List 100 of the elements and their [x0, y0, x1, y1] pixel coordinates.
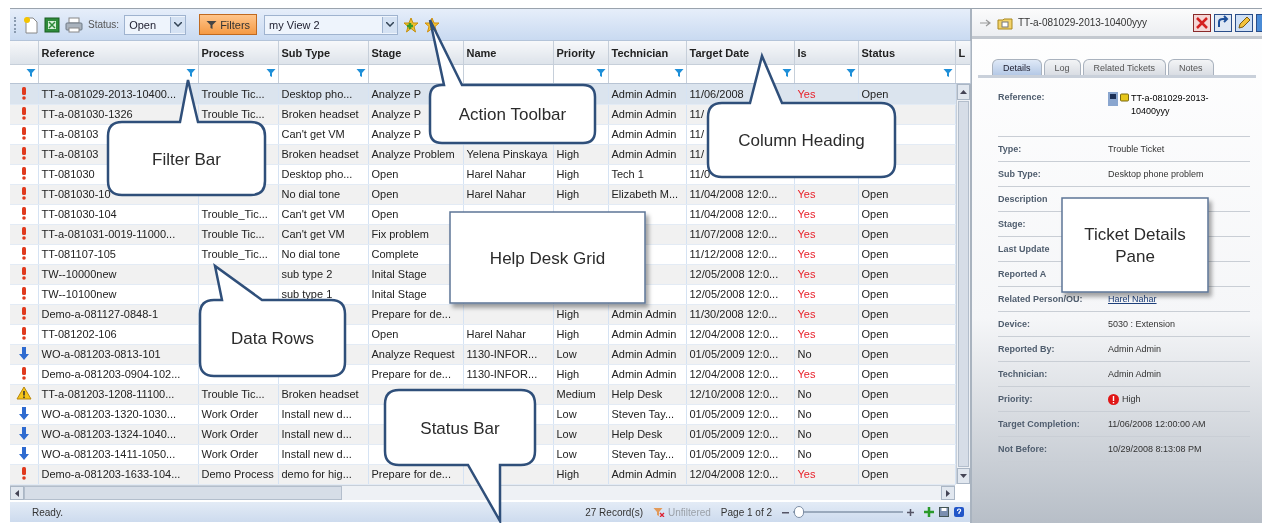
- alert-icon: [1108, 393, 1119, 405]
- left-arrow-icon[interactable]: [15, 489, 19, 497]
- filter-state: Unfiltered: [668, 506, 711, 518]
- scrollbar-thumb[interactable]: [24, 486, 342, 500]
- table-cell: Yes: [794, 244, 858, 264]
- tab[interactable]: Related Tickets: [1082, 59, 1167, 75]
- filter-icon[interactable]: [25, 68, 36, 78]
- table-cell: Trouble_Tic...: [198, 244, 278, 264]
- table-cell: Admin Admin: [608, 104, 686, 124]
- table-cell: Open: [858, 184, 955, 204]
- table-cell: Harel Nahar: [463, 184, 553, 204]
- table-cell: Open: [858, 264, 955, 284]
- field-label: Sub Type:: [998, 169, 1042, 179]
- help-icon[interactable]: [954, 507, 964, 517]
- table-cell: Yes: [794, 184, 858, 204]
- callout-label: Help Desk Grid: [489, 248, 606, 268]
- filter-icon[interactable]: [781, 68, 792, 78]
- table-cell: TT-a-081031-0019-11000...: [38, 224, 198, 244]
- table-cell: Broken headset: [278, 104, 368, 124]
- exclamation-icon: [20, 166, 27, 180]
- person-link[interactable]: Harel Nahar: [1108, 294, 1157, 304]
- table-cell: Admin Admin: [608, 124, 686, 144]
- field-value: 5030 : Extension: [1108, 319, 1176, 329]
- table-cell: Steven Tay...: [608, 404, 686, 424]
- plus-icon[interactable]: [907, 508, 914, 516]
- up-arrow-icon[interactable]: [959, 90, 967, 94]
- arrow-icon[interactable]: [980, 18, 992, 27]
- table-cell: WO-a-081203-1324-1040...: [38, 424, 198, 444]
- tab[interactable]: Notes: [1168, 59, 1214, 75]
- add-star-icon[interactable]: [403, 16, 420, 33]
- field-label: Target Completion:: [998, 419, 1081, 429]
- exclamation-icon: [20, 306, 27, 320]
- table-cell: Open: [858, 244, 955, 264]
- table-cell: TW--10000new: [38, 264, 198, 284]
- column-header[interactable]: Is: [797, 46, 807, 59]
- table-cell: Steven Tay...: [608, 444, 686, 464]
- field-label: Stage:: [998, 219, 1027, 229]
- status-message: Ready.: [32, 506, 63, 518]
- tab[interactable]: Log: [1043, 59, 1081, 75]
- table-cell: Yes: [794, 284, 858, 304]
- table-cell: No: [794, 404, 858, 424]
- exclamation-icon: [20, 206, 27, 220]
- filter-icon[interactable]: [942, 68, 953, 78]
- table-cell: Open: [858, 304, 955, 324]
- table-cell: Yes: [794, 464, 858, 484]
- edit-icon[interactable]: [1235, 13, 1253, 32]
- table-cell: TW--10100new: [38, 284, 198, 304]
- table-cell: Work Order: [198, 404, 278, 424]
- table-cell: Open: [368, 164, 463, 184]
- table-cell: Can't get VM: [278, 204, 368, 224]
- table-cell: demo for hig...: [278, 464, 368, 484]
- table-cell: sub type 2: [278, 264, 368, 284]
- table-cell: Demo-a-081127-0848-1: [38, 304, 198, 324]
- spreadsheet-icon[interactable]: [44, 16, 60, 33]
- table-cell: 12/05/2008 12:0...: [686, 264, 794, 284]
- filter-icon[interactable]: [845, 68, 856, 78]
- add-icon[interactable]: [924, 507, 934, 517]
- printer-icon[interactable]: [65, 16, 83, 33]
- table-cell: Open: [368, 184, 463, 204]
- table-cell: Trouble Tic...: [198, 384, 278, 404]
- field-label: Technician:: [998, 369, 1049, 379]
- table-cell: No: [794, 424, 858, 444]
- table-cell: Open: [858, 204, 955, 224]
- table-cell: TT-081202-106: [38, 324, 198, 344]
- field-value: TT-a-081029-2013-10400yyy: [1131, 92, 1210, 118]
- view-dropdown[interactable]: my View 2: [264, 14, 399, 35]
- status-dropdown[interactable]: Open: [124, 14, 187, 35]
- refresh-icon[interactable]: [1214, 13, 1232, 32]
- table-cell: Yes: [794, 304, 858, 324]
- table-cell: Install new d...: [278, 404, 368, 424]
- filter-icon[interactable]: [595, 68, 606, 78]
- table-cell: 12/04/2008 12:0...: [686, 364, 794, 384]
- column-header[interactable]: Status: [861, 46, 896, 59]
- exclamation-icon: [20, 326, 27, 340]
- table-cell: Harel Nahar: [463, 324, 553, 344]
- table-cell: 01/05/2009 12:0...: [686, 444, 794, 464]
- down-arrow-icon[interactable]: [959, 474, 967, 478]
- table-cell: Yes: [794, 204, 858, 224]
- column-header[interactable]: Name: [466, 46, 497, 59]
- filter-icon[interactable]: [265, 68, 276, 78]
- caret-icon: [174, 22, 183, 27]
- exclamation-icon: [20, 366, 27, 380]
- table-cell: TT-081107-105: [38, 244, 198, 264]
- new-document-icon[interactable]: [23, 15, 39, 34]
- exclamation-icon: [20, 246, 27, 260]
- field-label: Priority:: [998, 394, 1034, 404]
- slider-thumb[interactable]: [793, 506, 804, 518]
- column-header[interactable]: Reference: [41, 46, 95, 59]
- table-cell: Install new d...: [278, 424, 368, 444]
- tab[interactable]: Details: [992, 59, 1042, 75]
- table-cell: Low: [553, 444, 608, 464]
- column-header[interactable]: Stage: [371, 46, 402, 59]
- filter-icon[interactable]: [673, 68, 684, 78]
- right-arrow-icon[interactable]: [946, 489, 950, 497]
- filters-button[interactable]: Filters: [199, 14, 258, 35]
- filter-icon[interactable]: [355, 68, 366, 78]
- warning-icon: [15, 386, 32, 400]
- table-cell: No: [794, 344, 858, 364]
- table-cell: Prepare for de...: [368, 364, 463, 384]
- close-icon[interactable]: [1193, 13, 1211, 32]
